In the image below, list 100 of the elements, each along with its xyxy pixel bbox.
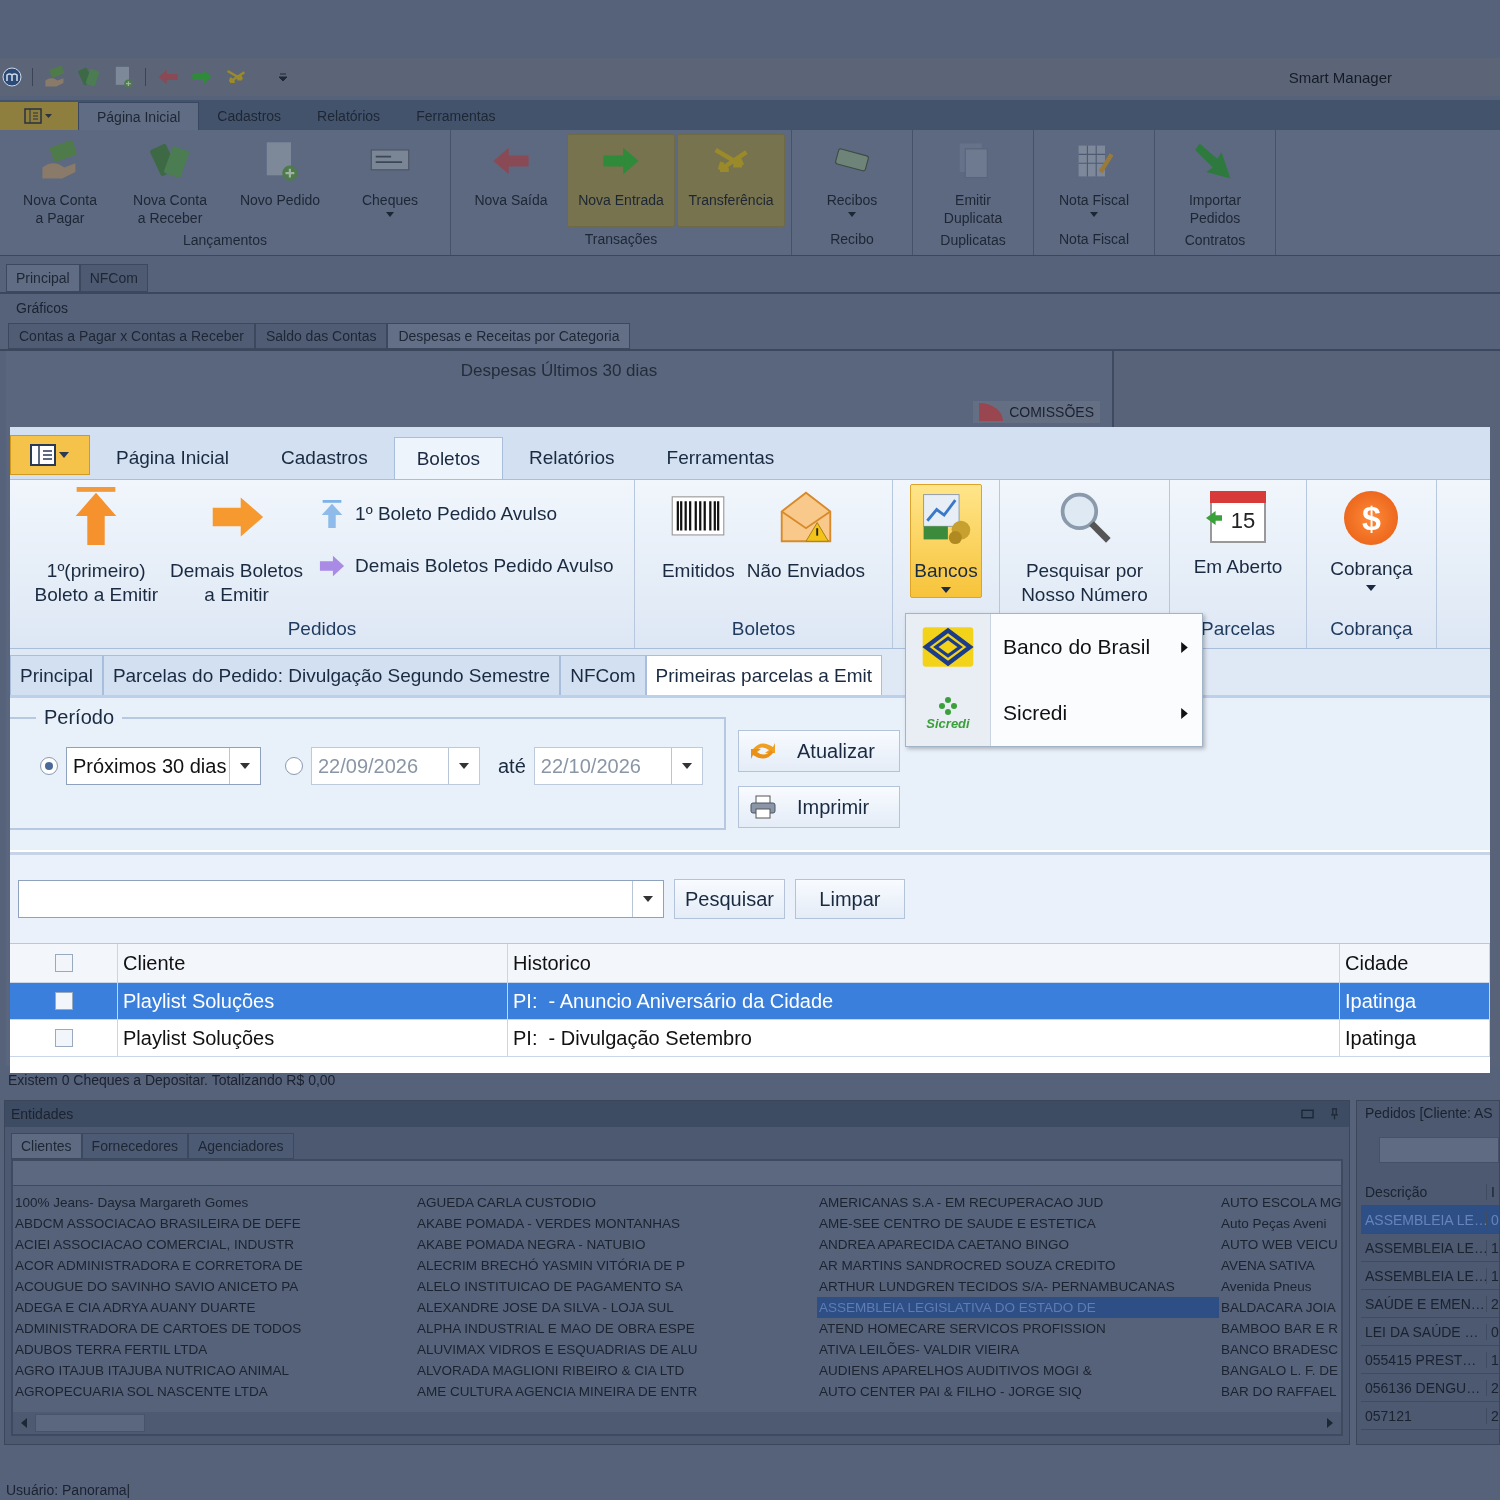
list-item[interactable]: BAMBOO BAR E R [1219, 1318, 1342, 1339]
list-item[interactable]: ALELO INSTITUICAO DE PAGAMENTO SA [415, 1276, 817, 1297]
date-field[interactable]: 22/09/2026 [311, 747, 480, 785]
entity-tab[interactable]: Fornecedores [81, 1133, 188, 1159]
ribbon-button[interactable]: Emitidos [657, 484, 739, 588]
list-item[interactable]: AUDIENS APARELHOS AUDITIVOS MOGI & [817, 1360, 1219, 1381]
entity-tab[interactable]: Agenciadores [188, 1133, 294, 1159]
list-item[interactable]: ADMINISTRADORA DE CARTOES DE TODOS [13, 1318, 415, 1339]
list-item[interactable]: ALEXANDRE JOSE DA SILVA - LOJA SUL [415, 1297, 817, 1318]
list-item[interactable]: AUTO ESCOLA MG [1219, 1192, 1342, 1213]
list-item[interactable]: Auto Peças Aveni [1219, 1213, 1342, 1234]
app-logo-icon[interactable] [2, 67, 22, 87]
list-item[interactable]: ACOR ADMINISTRADORA E CORRETORA DE [13, 1255, 415, 1276]
document-tab[interactable]: NFCom [560, 655, 646, 695]
action-button[interactable]: Imprimir [738, 786, 900, 828]
table-row[interactable]: 056136 DENGU… 2 [1361, 1374, 1499, 1402]
document-tab[interactable]: Parcelas do Pedido: Divulgação Segundo Semestre [102, 655, 561, 695]
ribbon-tab[interactable]: Página Inicial [90, 437, 256, 479]
ribbon-tab[interactable]: Página Inicial [78, 102, 200, 130]
search-button[interactable]: Limpar [794, 879, 905, 919]
list-item[interactable]: 100% Jeans- Daysa Margareth Gomes [13, 1192, 415, 1213]
table-row[interactable]: ASSEMBLEIA LE… 1 [1361, 1234, 1499, 1262]
ribbon-tab[interactable]: Cadastros [199, 102, 300, 130]
ribbon-button[interactable]: 1º(primeiro) Boleto a Emitir [30, 484, 163, 612]
column-header[interactable]: Cidade [1340, 944, 1490, 982]
restore-icon[interactable] [1301, 1108, 1314, 1120]
column-header[interactable]: Descrição [1361, 1184, 1487, 1200]
ribbon-tab[interactable]: Cadastros [255, 437, 394, 479]
ribbon-button[interactable]: Nova Entrada [567, 134, 675, 227]
search-dropdown[interactable] [18, 880, 664, 918]
select-all-checkbox[interactable] [54, 954, 73, 972]
chart-tab[interactable]: Despesas e Receitas por Categoria [387, 323, 631, 349]
column-header[interactable]: Cliente [118, 944, 508, 982]
list-item[interactable]: ARTHUR LUNDGREN TECIDOS S/A- PERNAMBUCANAS [817, 1276, 1219, 1297]
list-item[interactable]: ALECRIM BRECHÓ YASMIN VITÓRIA DE P [415, 1255, 817, 1276]
horizontal-scrollbar[interactable] [13, 1412, 1341, 1434]
list-item[interactable]: AGROPECUARIA SOL NASCENTE LTDA [13, 1381, 415, 1402]
row-checkbox[interactable] [54, 992, 73, 1010]
document-tab[interactable]: NFCom [79, 264, 148, 292]
list-item[interactable]: ANDREA APARECIDA CAETANO BINGO [817, 1234, 1219, 1255]
row-checkbox[interactable] [54, 1029, 73, 1047]
ribbon-tab[interactable]: Ferramentas [398, 102, 514, 130]
document-tab[interactable]: Primeiras parcelas a Emit [645, 655, 883, 695]
ribbon-button[interactable]: Importar Pedidos [1161, 134, 1269, 228]
list-item[interactable]: BANGALO L. F. DE [1219, 1360, 1342, 1381]
list-item[interactable]: AUTO WEB VEICU [1219, 1234, 1342, 1255]
date-field[interactable]: 22/10/2026 [533, 747, 703, 785]
ribbon-button[interactable]: Bancos [910, 484, 982, 598]
document-tab[interactable]: Principal [6, 264, 80, 292]
action-button[interactable]: Atualizar [738, 730, 900, 772]
list-item[interactable]: ATIVA LEILÕES- VALDIR VIEIRA [817, 1339, 1219, 1360]
list-item[interactable]: AGUEDA CARLA CUSTODIO [415, 1192, 817, 1213]
list-item[interactable]: Avenida Pneus [1219, 1276, 1342, 1297]
ribbon-button[interactable]: Recibos [798, 134, 906, 227]
customize-dropdown-icon[interactable] [278, 72, 288, 82]
table-row[interactable]: Playlist Soluções PI: - Anuncio Aniversário da Cidade Ipatinga [10, 983, 1490, 1020]
ribbon-button[interactable]: Pesquisar por Nosso Número [1017, 484, 1152, 612]
ribbon-button[interactable]: Emitir Duplicata [919, 134, 1027, 228]
list-item[interactable]: BAR DO RAFFAEL [1219, 1381, 1342, 1402]
scroll-left-icon[interactable] [21, 1418, 27, 1428]
chart-tab[interactable]: Saldo das Contas [254, 323, 388, 349]
ribbon-button[interactable]: Demais Boletos a Emitir [166, 484, 308, 612]
ribbon-tab[interactable]: Relatórios [299, 102, 399, 130]
list-item[interactable]: BALDACARA JOIA [1219, 1297, 1342, 1318]
menu-item[interactable]: Sicredi Sicredi [906, 680, 1202, 746]
list-item[interactable]: BANCO BRADESC [1219, 1339, 1342, 1360]
ribbon-button[interactable]: Nova Saída [457, 134, 565, 227]
list-item[interactable]: AME CULTURA AGENCIA MINEIRA DE ENTR [415, 1381, 817, 1402]
menu-item[interactable]: Banco do Brasil [906, 614, 1202, 680]
filter-field[interactable] [13, 1161, 1341, 1186]
list-item[interactable]: ADEGA E CIA ADRYA AUANY DUARTE [13, 1297, 415, 1318]
period-dropdown[interactable]: Próximos 30 dias [66, 747, 261, 785]
list-item[interactable]: AVENA SATIVA [1219, 1255, 1342, 1276]
list-item[interactable]: AGRO ITAJUB ITAJUBA NUTRICAO ANIMAL [13, 1360, 415, 1381]
ribbon-tab[interactable]: Ferramentas [640, 437, 801, 479]
list-item[interactable]: AR MARTINS SANDROCRED SOUZA CREDITO [817, 1255, 1219, 1276]
list-item[interactable]: AKABE POMADA - VERDES MONTANHAS [415, 1213, 817, 1234]
ribbon-button[interactable]: 1º Boleto Pedido Avulso [319, 500, 614, 528]
pin-icon[interactable] [1328, 1108, 1341, 1120]
ribbon-tab[interactable]: Relatórios [503, 437, 641, 479]
list-item[interactable]: ALUVIMAX VIDROS E ESQUADRIAS DE ALU [415, 1339, 817, 1360]
list-item[interactable]: ABDCM ASSOCIACAO BRASILEIRA DE DEFE [13, 1213, 415, 1234]
radio-button-selected[interactable] [40, 757, 58, 775]
ribbon-button[interactable]: Nota Fiscal [1040, 134, 1148, 227]
table-row[interactable]: SAÚDE E EMEN… 2 [1361, 1290, 1499, 1318]
ribbon-button[interactable]: Transferência [677, 134, 785, 227]
ribbon-button[interactable]: Novo Pedido [226, 134, 334, 228]
table-row[interactable]: LEI DA SAÚDE … 0 [1361, 1318, 1499, 1346]
table-row[interactable]: 055415 PREST… 1 [1361, 1346, 1499, 1374]
ribbon-button[interactable]: $ Cobrança [1326, 484, 1417, 596]
ribbon-button[interactable]: 15 Em Aberto [1189, 484, 1287, 584]
table-row[interactable]: Playlist Soluções PI: - Divulgação Setembro Ipatinga [10, 1020, 1490, 1057]
table-row[interactable]: ASSEMBLEIA LE… 0 [1361, 1206, 1499, 1234]
list-item[interactable]: ALPHA INDUSTRIAL E MAO DE OBRA ESPE [415, 1318, 817, 1339]
chart-tab[interactable]: Contas a Pagar x Contas a Receber [8, 323, 255, 349]
search-button[interactable]: Pesquisar [674, 879, 785, 919]
list-item[interactable]: ATEND HOMECARE SERVICOS PROFISSION [817, 1318, 1219, 1339]
table-row[interactable]: ASSEMBLEIA LE… 1 [1361, 1262, 1499, 1290]
list-item[interactable]: AMERICANAS S.A - EM RECUPERACAO JUD [817, 1192, 1219, 1213]
list-item[interactable]: AKABE POMADA NEGRA - NATUBIO [415, 1234, 817, 1255]
